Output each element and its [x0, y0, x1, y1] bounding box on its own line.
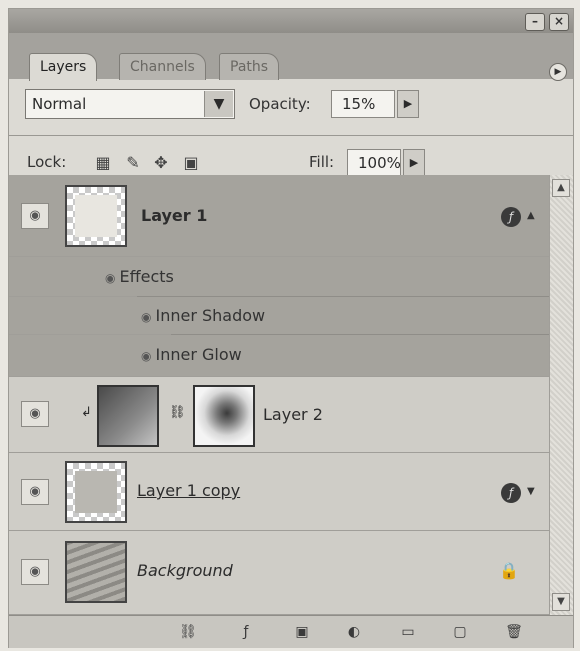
eye-icon[interactable]: ◉ [105, 271, 115, 285]
fill-label: Fill: [309, 153, 335, 171]
add-layer-style-icon[interactable]: ƒ [235, 622, 257, 642]
effects-header: ◉ Effects [105, 267, 174, 286]
scrollbar[interactable]: ▲ ▼ [549, 175, 573, 615]
layer-thumbnail [65, 185, 127, 247]
lock-icon: 🔒 [499, 561, 519, 580]
opacity-label: Opacity: [249, 95, 311, 113]
fx-badge-icon[interactable]: ƒ [501, 483, 521, 503]
link-icon[interactable]: ⛓ [169, 405, 186, 420]
close-button[interactable]: × [549, 13, 569, 31]
blend-mode-value: Normal [32, 95, 87, 113]
opacity-stepper[interactable]: ▶ [397, 90, 419, 118]
delete-layer-icon[interactable]: 🗑 [503, 622, 525, 642]
new-group-icon[interactable]: ▭ [397, 622, 419, 642]
blend-mode-select[interactable]: Normal ▼ [25, 89, 235, 119]
layer-mask-thumbnail [193, 385, 255, 447]
eye-icon[interactable]: ◉ [21, 203, 49, 229]
effect-row[interactable]: ◉ Inner Glow [9, 335, 549, 377]
eye-icon[interactable]: ◉ [21, 401, 49, 427]
layer-row[interactable]: ◉ Layer 1 ƒ ▲ [9, 175, 549, 257]
tab-paths[interactable]: Paths [219, 53, 280, 80]
layer-thumbnail [97, 385, 159, 447]
layer-thumbnail [65, 461, 127, 523]
panel-menu-icon[interactable]: ▶ [549, 63, 567, 81]
layers-list: ◉ Layer 1 ƒ ▲ ◉ Effects ◉ Inner Shadow ◉ In… [9, 175, 549, 615]
layer-row[interactable]: ◉ ↲ ⛓ Layer 2 [9, 377, 549, 453]
layer-name[interactable]: Layer 1 [141, 206, 207, 225]
layer-name[interactable]: Layer 1 copy [137, 481, 240, 500]
clipping-arrow-icon: ↲ [81, 405, 92, 420]
expand-effects-icon[interactable]: ▼ [527, 486, 535, 497]
layer-row[interactable]: ◉ Background 🔒 [9, 531, 549, 615]
panel-title-bar[interactable]: – × [9, 9, 573, 33]
effect-item: ◉ Inner Shadow [141, 306, 266, 325]
fill-stepper[interactable]: ▶ [403, 149, 425, 177]
eye-icon[interactable]: ◉ [141, 310, 151, 324]
tab-channels[interactable]: Channels [119, 53, 206, 80]
new-adjustment-layer-icon[interactable]: ◐ [343, 622, 365, 642]
fx-badge-icon[interactable]: ƒ [501, 207, 521, 227]
eye-icon[interactable]: ◉ [141, 349, 151, 363]
layer-row[interactable]: ◉ Layer 1 copy ƒ ▼ [9, 453, 549, 531]
layers-panel: – × Layers Channels Paths ▶ Normal ▼ Opa… [8, 8, 574, 648]
chevron-down-icon[interactable]: ▼ [204, 91, 233, 117]
scroll-down-icon[interactable]: ▼ [552, 593, 570, 611]
effects-row[interactable]: ◉ Effects [9, 257, 549, 297]
lock-position-icon[interactable]: ✥ [151, 153, 171, 173]
layer-thumbnail [65, 541, 127, 603]
new-layer-icon[interactable]: ▢ [449, 622, 471, 642]
eye-icon[interactable]: ◉ [21, 479, 49, 505]
tab-layers[interactable]: Layers [29, 53, 98, 81]
effect-item: ◉ Inner Glow [141, 345, 242, 364]
minimize-button[interactable]: – [525, 13, 545, 31]
lock-image-pixels-icon[interactable]: ✎ [123, 153, 143, 173]
scroll-up-icon[interactable]: ▲ [552, 179, 570, 197]
link-layers-icon[interactable]: ⛓ [177, 622, 199, 642]
divider [9, 135, 573, 136]
fill-field[interactable]: 100% [347, 149, 401, 177]
eye-icon[interactable]: ◉ [21, 559, 49, 585]
lock-all-icon[interactable]: ▣ [181, 153, 201, 173]
add-mask-icon[interactable]: ▣ [291, 622, 313, 642]
opacity-field[interactable]: 15% [331, 90, 395, 118]
panel-tab-row: Layers Channels Paths ▶ [9, 33, 573, 81]
effect-row[interactable]: ◉ Inner Shadow [9, 297, 549, 335]
layer-name[interactable]: Layer 2 [263, 405, 323, 424]
expand-effects-icon[interactable]: ▲ [527, 210, 535, 221]
lock-transparent-pixels-icon[interactable]: ▦ [93, 153, 113, 173]
panel-bottom-bar: ⛓ ƒ ▣ ◐ ▭ ▢ 🗑 [9, 615, 573, 648]
lock-label: Lock: [27, 153, 67, 171]
layer-name[interactable]: Background [137, 561, 233, 580]
